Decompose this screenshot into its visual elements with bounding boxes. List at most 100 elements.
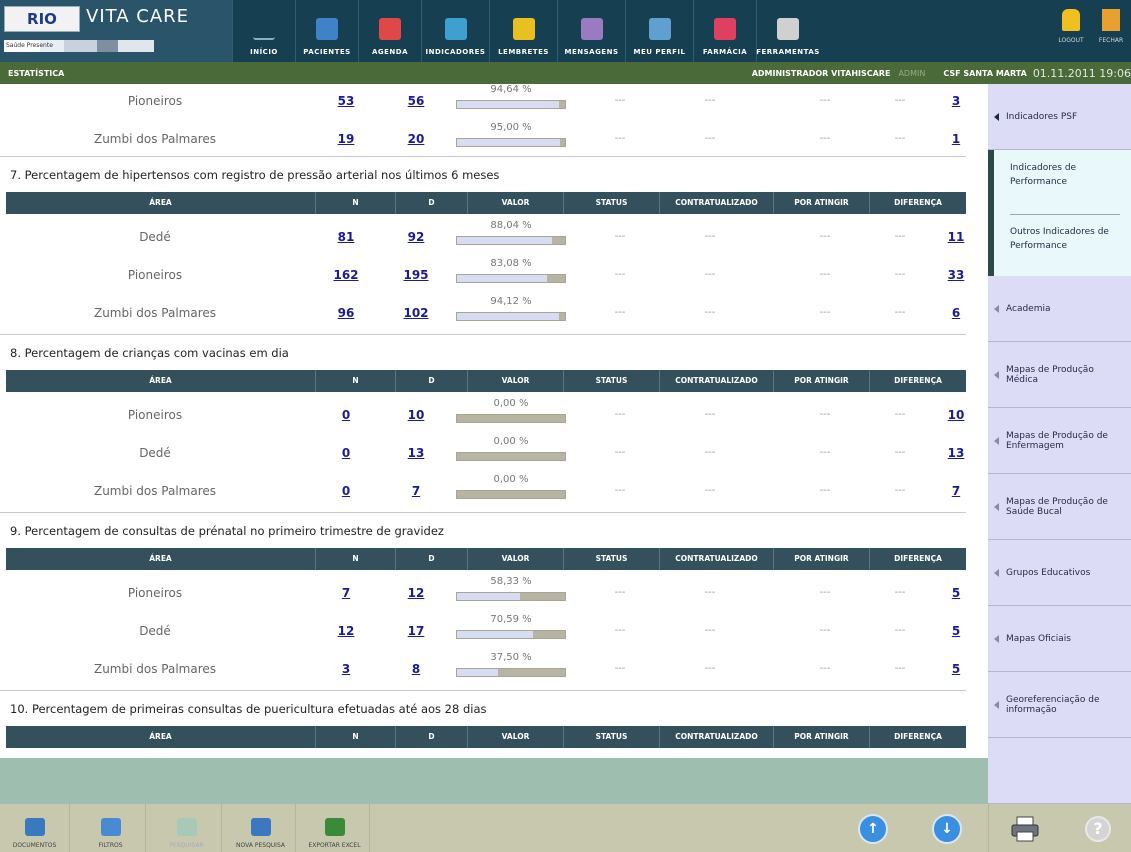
d-link[interactable]: 20 xyxy=(392,120,440,158)
column-header[interactable]: Diferença xyxy=(870,726,966,748)
d-link[interactable]: 56 xyxy=(392,84,440,120)
help-button[interactable]: ? xyxy=(1085,816,1113,842)
sidebar-item-grupos-educativos[interactable]: Grupos Educativos xyxy=(988,540,1131,606)
column-header[interactable]: Diferença xyxy=(870,192,966,214)
d-link[interactable]: 10 xyxy=(392,396,440,434)
sidebar-subitem-performance[interactable]: Indicadores de Performance xyxy=(1010,162,1125,190)
column-header[interactable]: Por atingir xyxy=(774,192,870,214)
diferenca-link[interactable]: 3 xyxy=(944,84,968,120)
column-header[interactable]: Status xyxy=(564,726,660,748)
d-link[interactable]: 17 xyxy=(392,612,440,650)
nav-agenda[interactable]: Agenda xyxy=(358,0,421,62)
column-header[interactable]: D xyxy=(396,370,468,392)
diferenca-link[interactable]: 6 xyxy=(944,294,968,332)
d-link[interactable]: 102 xyxy=(392,294,440,332)
column-header[interactable]: Valor xyxy=(468,370,564,392)
diferenca-link[interactable]: 7 xyxy=(944,472,968,510)
nav-ferramentas[interactable]: Ferramentas xyxy=(756,0,819,62)
d-link[interactable]: 195 xyxy=(392,256,440,294)
diferenca-link[interactable]: 11 xyxy=(944,218,968,256)
nav-meu-perfil[interactable]: Meu Perfil xyxy=(625,0,693,62)
n-link[interactable]: 0 xyxy=(322,472,370,510)
vitacare-logo: VITA CARE xyxy=(86,6,190,27)
nav-mensagens[interactable]: Mensagens xyxy=(557,0,625,62)
d-link[interactable]: 8 xyxy=(392,650,440,688)
sidebar-item-mapas-de-producao-de-saude-bucal[interactable]: Mapas de Produção de Saúde Bucal xyxy=(988,474,1131,540)
d-link[interactable]: 7 xyxy=(392,472,440,510)
column-header[interactable]: Contratualizado xyxy=(660,370,774,392)
close-button[interactable]: Fechar xyxy=(1091,0,1131,62)
n-link[interactable]: 162 xyxy=(322,256,370,294)
column-header[interactable]: Área xyxy=(6,370,316,392)
nav-lembretes[interactable]: Lembretes xyxy=(489,0,557,62)
column-header[interactable]: N xyxy=(316,192,396,214)
column-header[interactable]: Área xyxy=(6,726,316,748)
diferenca-link[interactable]: 5 xyxy=(944,650,968,688)
diferenca-link[interactable]: 5 xyxy=(944,612,968,650)
d-link[interactable]: 13 xyxy=(392,434,440,472)
n-link[interactable]: 53 xyxy=(322,84,370,120)
contratualizado-value: --- xyxy=(704,587,716,598)
d-link[interactable]: 12 xyxy=(392,574,440,612)
column-header[interactable]: N xyxy=(316,370,396,392)
indicators-content[interactable]: Pioneiros 53 56 94,64 % --- --- --- --- 3 Zumbi d… xyxy=(0,84,988,758)
column-header[interactable]: Status xyxy=(564,192,660,214)
nav-farm-cia[interactable]: Farmácia xyxy=(693,0,756,62)
column-header[interactable]: Por atingir xyxy=(774,548,870,570)
sidebar-item-indicadores-psf[interactable]: Indicadores PSF xyxy=(988,84,1131,150)
sidebar-item-mapas-de-producao-de-enfermagem[interactable]: Mapas de Produção de Enfermagem xyxy=(988,408,1131,474)
sidebar-item-mapas-oficiais[interactable]: Mapas Oficiais xyxy=(988,606,1131,672)
column-header[interactable]: D xyxy=(396,548,468,570)
column-header[interactable]: Status xyxy=(564,370,660,392)
nav-pacientes[interactable]: Pacientes xyxy=(295,0,358,62)
exportar-excel-button[interactable]: Exportar Excel xyxy=(300,804,370,852)
column-header[interactable]: Contratualizado xyxy=(660,726,774,748)
column-header[interactable]: Valor xyxy=(468,726,564,748)
column-header[interactable]: Contratualizado xyxy=(660,548,774,570)
documentos-button[interactable]: Documentos xyxy=(0,804,70,852)
n-link[interactable]: 19 xyxy=(322,120,370,158)
n-link[interactable]: 12 xyxy=(322,612,370,650)
column-header[interactable]: N xyxy=(316,726,396,748)
column-header[interactable]: Por atingir xyxy=(774,370,870,392)
nova-pesquisa-button[interactable]: Nova Pesquisa xyxy=(226,804,296,852)
n-link[interactable]: 0 xyxy=(322,434,370,472)
sidebar-item-georeferenciacao-de-informacao[interactable]: Georeferenciação de informação xyxy=(988,672,1131,738)
valor-percent: 37,50 % xyxy=(490,652,532,663)
n-link[interactable]: 81 xyxy=(322,218,370,256)
print-icon[interactable] xyxy=(1011,816,1039,842)
progress-bar xyxy=(456,668,566,677)
column-header[interactable]: Valor xyxy=(468,192,564,214)
column-header[interactable]: Valor xyxy=(468,548,564,570)
column-header[interactable]: Diferença xyxy=(870,548,966,570)
sidebar-item-academia[interactable]: Academia xyxy=(988,276,1131,342)
column-header[interactable]: Contratualizado xyxy=(660,192,774,214)
column-header[interactable]: Diferença xyxy=(870,370,966,392)
column-header[interactable]: D xyxy=(396,192,468,214)
n-link[interactable]: 3 xyxy=(322,650,370,688)
scroll-down-button[interactable]: ↓ xyxy=(932,814,962,844)
sidebar-item-mapas-de-producao-medica[interactable]: Mapas de Produção Médica xyxy=(988,342,1131,408)
nav-indicadores[interactable]: Indicadores xyxy=(421,0,489,62)
column-header[interactable]: D xyxy=(396,726,468,748)
diferenca-link[interactable]: 1 xyxy=(944,120,968,158)
diferenca-link[interactable]: 5 xyxy=(944,574,968,612)
n-link[interactable]: 7 xyxy=(322,574,370,612)
column-header[interactable]: Área xyxy=(6,192,316,214)
logout-button[interactable]: Logout xyxy=(1051,0,1091,62)
status-value: --- xyxy=(614,587,626,598)
column-header[interactable]: Status xyxy=(564,548,660,570)
diferenca-link[interactable]: 33 xyxy=(944,256,968,294)
diferenca-link[interactable]: 13 xyxy=(944,434,968,472)
d-link[interactable]: 92 xyxy=(392,218,440,256)
column-header[interactable]: Área xyxy=(6,548,316,570)
sidebar-subitem-outros[interactable]: Outros Indicadores de Performance xyxy=(1010,226,1125,254)
scroll-up-button[interactable]: ↑ xyxy=(858,814,888,844)
nav-in-cio[interactable]: Início xyxy=(232,0,295,62)
column-header[interactable]: Por atingir xyxy=(774,726,870,748)
diferenca-link[interactable]: 10 xyxy=(944,396,968,434)
filtros-button[interactable]: Filtros xyxy=(76,804,146,852)
n-link[interactable]: 0 xyxy=(322,396,370,434)
n-link[interactable]: 96 xyxy=(322,294,370,332)
column-header[interactable]: N xyxy=(316,548,396,570)
